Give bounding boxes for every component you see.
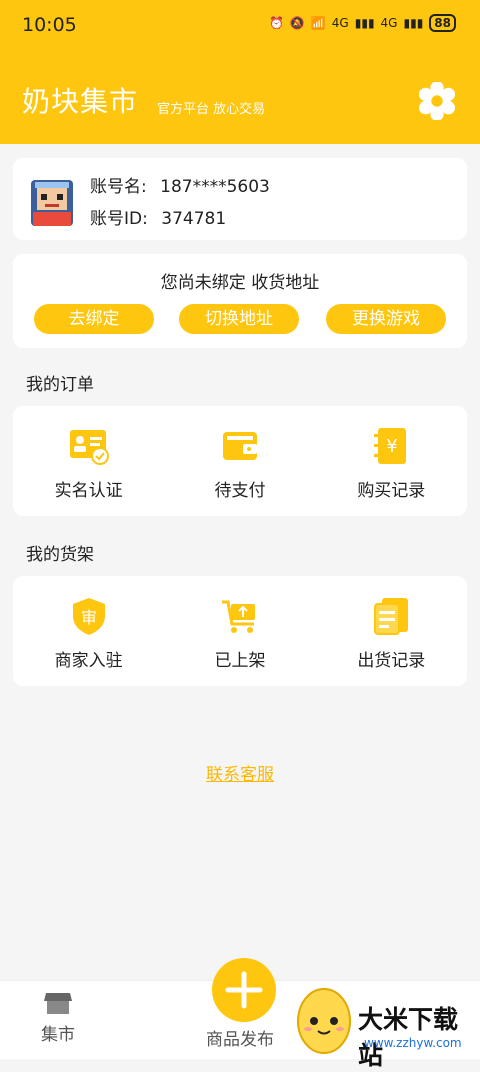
account-id-value: 374781 [161,209,227,229]
battery-icon: 88 [429,14,456,32]
mute-icon: 🔕 [289,16,305,30]
account-id-row: 账号ID: 374781 [90,204,226,229]
header: 10:05 ⏰ 🔕 📶 4G ▮▮▮ 4G ▮▮▮ 88 奶块集市 官方平台 放… [0,0,480,144]
svg-text:审: 审 [81,608,97,627]
status-bar: 10:05 ⏰ 🔕 📶 4G ▮▮▮ 4G ▮▮▮ 88 [0,0,480,50]
account-name-value: 187****5603 [160,177,270,197]
cart-upload-icon [221,600,255,633]
shelf-item-label: 商家入驻 [54,651,123,671]
account-name-label: 账号名: [90,177,147,197]
status-time: 10:05 [22,14,77,36]
network-label: 4G [331,16,349,30]
shelf-section-title: 我的货架 [26,545,94,565]
orders-section-title: 我的订单 [26,375,94,395]
signal-icon: ▮▮▮ [354,16,375,30]
orders-item-label: 实名认证 [54,481,123,501]
plus-icon [225,971,263,1009]
app-slogan: 官方平台 放心交易 [157,102,266,117]
app-title: 奶块集市 [22,85,139,118]
tab-market-label: 集市 [41,1025,75,1045]
orders-item-purchase-record[interactable]: ¥ 购买记录 [316,406,467,516]
shipment-record-icon [374,598,409,635]
orders-card: 实名认证 待支付 ¥ 购买记录 [13,406,467,516]
svg-text:¥: ¥ [387,436,398,457]
signal-icon-2: ▮▮▮ [403,16,424,30]
orders-item-label: 购买记录 [357,481,426,501]
switch-address-button[interactable]: 切换地址 [179,304,299,334]
bind-address-card: 您尚未绑定 收货地址 去绑定 切换地址 更换游戏 [13,254,467,348]
tab-market[interactable]: 集市 [30,991,86,1045]
contact-support-link[interactable]: 联系客服 [0,760,480,785]
bind-button[interactable]: 去绑定 [34,304,154,334]
shelf-item-merchant-join[interactable]: 审 商家入驻 [13,576,164,686]
orders-item-label: 待支付 [214,481,266,501]
orders-item-pending-payment[interactable]: 待支付 [164,406,315,516]
avatar [31,180,73,226]
publish-fab-button[interactable] [212,958,276,1022]
orders-item-verify[interactable]: 实名认证 [13,406,164,516]
account-card: 账号名: 187****5603 账号ID: 374781 [13,158,467,240]
wifi-icon: 📶 [310,16,326,30]
shelf-card: 审 商家入驻 已上架 出货记录 [13,576,467,686]
status-icons: ⏰ 🔕 📶 4G ▮▮▮ 4G ▮▮▮ 88 [269,14,456,32]
account-name-row: 账号名: 187****5603 [90,172,270,197]
tab-publish-label: 商品发布 [206,1030,274,1050]
id-card-icon [69,430,109,465]
alarm-icon: ⏰ [268,16,284,30]
shelf-item-label: 出货记录 [357,651,426,671]
shop-icon [44,993,72,1014]
shelf-item-label: 已上架 [214,651,266,671]
watermark-url: www.zzhyw.com [364,1036,462,1050]
bind-notice: 您尚未绑定 收货地址 [160,273,320,293]
shelf-item-shipment-record[interactable]: 出货记录 [316,576,467,686]
watermark-mascot-logo [297,988,351,1054]
network-label-2: 4G [380,16,398,30]
merchant-shield-icon: 审 [72,598,105,635]
settings-gear-icon[interactable] [418,82,456,120]
change-game-button[interactable]: 更换游戏 [326,304,446,334]
account-id-label: 账号ID: [90,209,148,229]
purchase-record-icon: ¥ [374,428,407,464]
wallet-icon [222,432,257,460]
shelf-item-listed[interactable]: 已上架 [164,576,315,686]
